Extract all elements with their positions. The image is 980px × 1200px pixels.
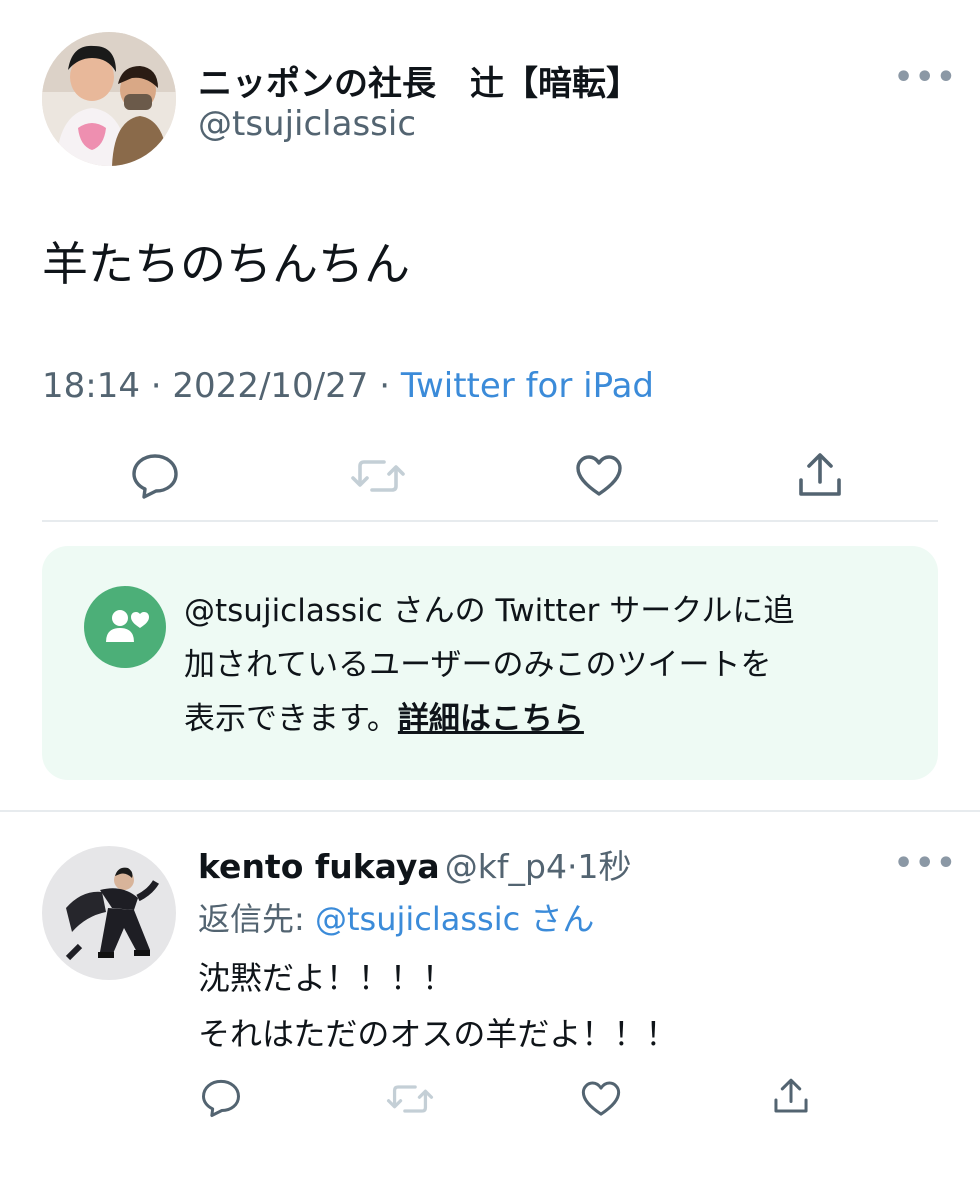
reply-header: kento fukaya @kf_p4·1秒 <box>198 840 631 888</box>
reply-text: 沈黙だよ！！！！ それはただのオスの羊だよ！！！ <box>198 950 677 1062</box>
reply-text-line: それはただのオスの羊だよ！！！ <box>198 1015 678 1053</box>
reply-to-suffix[interactable]: さん <box>520 900 594 938</box>
reply-author-name[interactable]: kento fukaya <box>198 847 440 886</box>
tweet-time: 18:14 <box>42 366 140 406</box>
circle-notice-text: @tsujiclassic さんの Twitter サークルに追 加されているユ… <box>184 584 904 746</box>
reply-to-mention[interactable]: @tsujiclassic <box>315 900 520 938</box>
reply-text-line: 沈黙だよ！！！！ <box>198 959 455 997</box>
meta-separator: · <box>139 366 173 406</box>
share-icon[interactable] <box>796 450 844 500</box>
reply-more-options-icon[interactable]: ••• <box>894 846 958 881</box>
tweet-text: 羊たちのちんちん <box>42 237 410 291</box>
more-options-icon[interactable]: ••• <box>894 60 958 95</box>
reply-author-avatar[interactable] <box>42 846 176 980</box>
actions-divider <box>42 520 938 522</box>
author-avatar[interactable] <box>42 32 176 166</box>
retweet-icon <box>350 454 406 498</box>
tweet-date[interactable]: 2022/10/27 <box>172 366 368 406</box>
circle-notice-line-3: 表示できます。詳細はこちら <box>184 692 904 746</box>
circle-notice-line: 加されているユーザーのみこのツイートを <box>184 647 772 683</box>
author-handle[interactable]: @tsujiclassic <box>198 104 416 144</box>
meta-separator: · <box>368 366 401 406</box>
reply-separator: · <box>566 847 578 886</box>
reply-retweet-icon <box>386 1080 434 1118</box>
author-name[interactable]: ニッポンの社長 辻【暗転】 <box>198 56 640 105</box>
circle-notice-line: @tsujiclassic さんの Twitter サークルに追 <box>184 593 795 629</box>
reply-icon[interactable] <box>130 452 180 500</box>
reply-author-handle[interactable]: @kf_p4 <box>445 847 567 886</box>
circle-notice-line: 表示できます。 <box>184 701 398 737</box>
reply-time[interactable]: 1秒 <box>577 847 631 886</box>
tweet-source[interactable]: Twitter for iPad <box>401 366 654 406</box>
like-icon[interactable] <box>574 454 624 498</box>
reply-to-prefix: 返信先: <box>198 900 315 938</box>
reply-share-icon[interactable] <box>772 1076 810 1116</box>
reply-like-icon[interactable] <box>580 1080 622 1118</box>
reply-to-line: 返信先: @tsujiclassic さん <box>198 894 594 940</box>
learn-more-link[interactable]: 詳細はこちら <box>398 701 584 737</box>
circle-users-icon <box>84 586 166 668</box>
tweet-meta: 18:14 · 2022/10/27 · Twitter for iPad <box>42 366 654 406</box>
reply-reply-icon[interactable] <box>200 1078 242 1118</box>
section-divider <box>0 810 980 812</box>
